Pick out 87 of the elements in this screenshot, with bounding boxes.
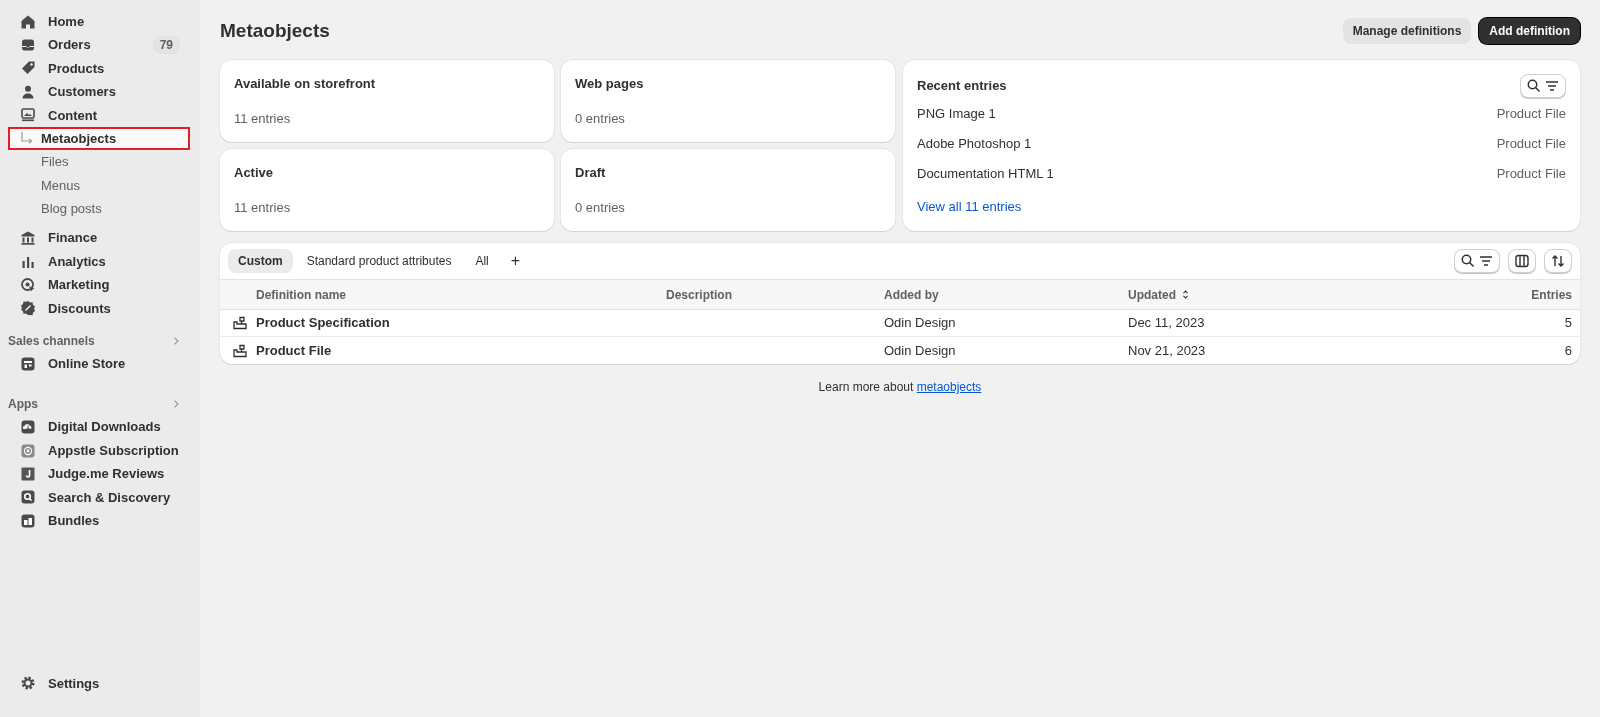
- nav-item[interactable]: Content: [8, 103, 190, 127]
- search-icon: [1460, 253, 1476, 269]
- column-header[interactable]: Updated: [1128, 285, 1176, 304]
- inbox-icon: [20, 37, 36, 54]
- entry-count: 0 entries: [575, 198, 626, 217]
- card-title: Recent entries: [917, 76, 1007, 95]
- entry-type: Product File: [1496, 135, 1566, 154]
- section-heading: Apps: [8, 396, 38, 414]
- gear-icon: [20, 675, 36, 692]
- updated-date: Dec 11, 2023: [1128, 314, 1206, 333]
- sort-arrows-icon: [1550, 253, 1566, 269]
- card-title: Available on storefront: [234, 75, 377, 93]
- filter-lines-icon: [1478, 253, 1494, 269]
- definition-name[interactable]: Product Specification: [256, 313, 666, 333]
- entry-count: 11 entries: [234, 198, 292, 217]
- tag-icon: [20, 60, 36, 77]
- cloud-download-icon: [20, 419, 36, 436]
- nav-item[interactable]: Discounts: [8, 296, 190, 321]
- metaobjects-link[interactable]: metaobjects: [916, 380, 982, 394]
- page-title: Metaobjects: [220, 19, 330, 43]
- nav-item[interactable]: Orders 79: [8, 33, 190, 57]
- entry-type: Product File: [1496, 165, 1566, 184]
- section-heading: Sales channels: [8, 333, 95, 351]
- nav-item[interactable]: Blog posts: [8, 197, 190, 221]
- footer-text: Learn more about: [818, 380, 915, 394]
- magnifier-app-icon: [20, 489, 36, 506]
- image-frame-icon: [20, 107, 36, 124]
- nav-item[interactable]: Marketing: [8, 273, 190, 297]
- house-icon: [20, 13, 36, 30]
- search-icon: [1526, 77, 1542, 94]
- bank-icon: [20, 230, 36, 247]
- sort-button[interactable]: [1544, 249, 1572, 273]
- filter-tab[interactable]: All: [465, 249, 499, 273]
- search-filter-button[interactable]: [1454, 249, 1500, 273]
- added-by: Odin Design: [884, 314, 957, 333]
- manage-definitions-button[interactable]: Manage definitions: [1342, 18, 1472, 44]
- card-title: Web pages: [575, 75, 645, 93]
- nav-item[interactable]: Analytics: [8, 249, 190, 274]
- add-definition-button[interactable]: Add definition: [1479, 18, 1580, 44]
- nav-item[interactable]: Metaobjects: [8, 126, 190, 151]
- nav-item[interactable]: Finance: [8, 226, 190, 250]
- letter-j-icon: [20, 465, 36, 482]
- card-title: Draft: [575, 164, 607, 182]
- column-header: Description: [666, 286, 733, 304]
- settings-link[interactable]: Settings: [8, 671, 190, 695]
- filter-tab[interactable]: Custom: [228, 249, 293, 273]
- boxes-app-icon: [20, 512, 36, 529]
- discount-badge-icon: [20, 300, 36, 317]
- columns-button[interactable]: [1508, 249, 1536, 273]
- person-icon: [20, 83, 36, 100]
- blocks-icon: [232, 315, 248, 331]
- entry-count: 0 entries: [575, 109, 626, 128]
- count-badge: 79: [152, 36, 180, 55]
- column-header: Definition name: [256, 286, 347, 304]
- search-filter-button[interactable]: [1520, 73, 1566, 98]
- nav-item[interactable]: Search & Discovery: [8, 485, 190, 510]
- entry-count: 6: [1563, 341, 1573, 360]
- blocks-icon: [232, 342, 248, 359]
- nav-item[interactable]: Files: [8, 150, 190, 174]
- nav-item[interactable]: Menus: [8, 173, 190, 198]
- nav-item[interactable]: Home: [8, 10, 190, 34]
- filter-tab[interactable]: Standard product attributes: [296, 249, 462, 273]
- view-all-link[interactable]: View all 11 entries: [917, 197, 1022, 217]
- entry-count: 5: [1563, 314, 1573, 333]
- updated-date: Nov 21, 2023: [1128, 341, 1207, 360]
- target-cursor-icon: [20, 277, 36, 293]
- nav-item[interactable]: Judge.me Reviews: [8, 462, 190, 486]
- column-header: Entries: [1530, 286, 1573, 304]
- nav-item[interactable]: Bundles: [8, 509, 190, 533]
- nav-item[interactable]: Customers: [8, 80, 190, 104]
- column-header: Added by: [884, 286, 940, 304]
- definition-name[interactable]: Product File: [256, 340, 666, 361]
- storefront-icon: [20, 355, 36, 372]
- nav-item[interactable]: Products: [8, 56, 190, 81]
- entry-name[interactable]: Adobe Photoshop 1: [917, 134, 1032, 154]
- nav-item[interactable]: Digital Downloads: [8, 415, 190, 439]
- sort-chevrons-icon: [1180, 289, 1191, 300]
- entry-name[interactable]: PNG Image 1: [917, 104, 996, 124]
- add-view-button[interactable]: +: [502, 249, 529, 273]
- nav-item[interactable]: Appstle Subscription: [8, 438, 190, 463]
- card-title: Active: [234, 164, 275, 182]
- nav-item[interactable]: Online Store: [8, 352, 190, 376]
- entry-count: 11 entries: [234, 109, 292, 128]
- columns-icon: [1514, 253, 1530, 269]
- entry-type: Product File: [1496, 105, 1566, 124]
- added-by: Odin Design: [884, 341, 957, 360]
- entry-name[interactable]: Documentation HTML 1: [917, 164, 1054, 184]
